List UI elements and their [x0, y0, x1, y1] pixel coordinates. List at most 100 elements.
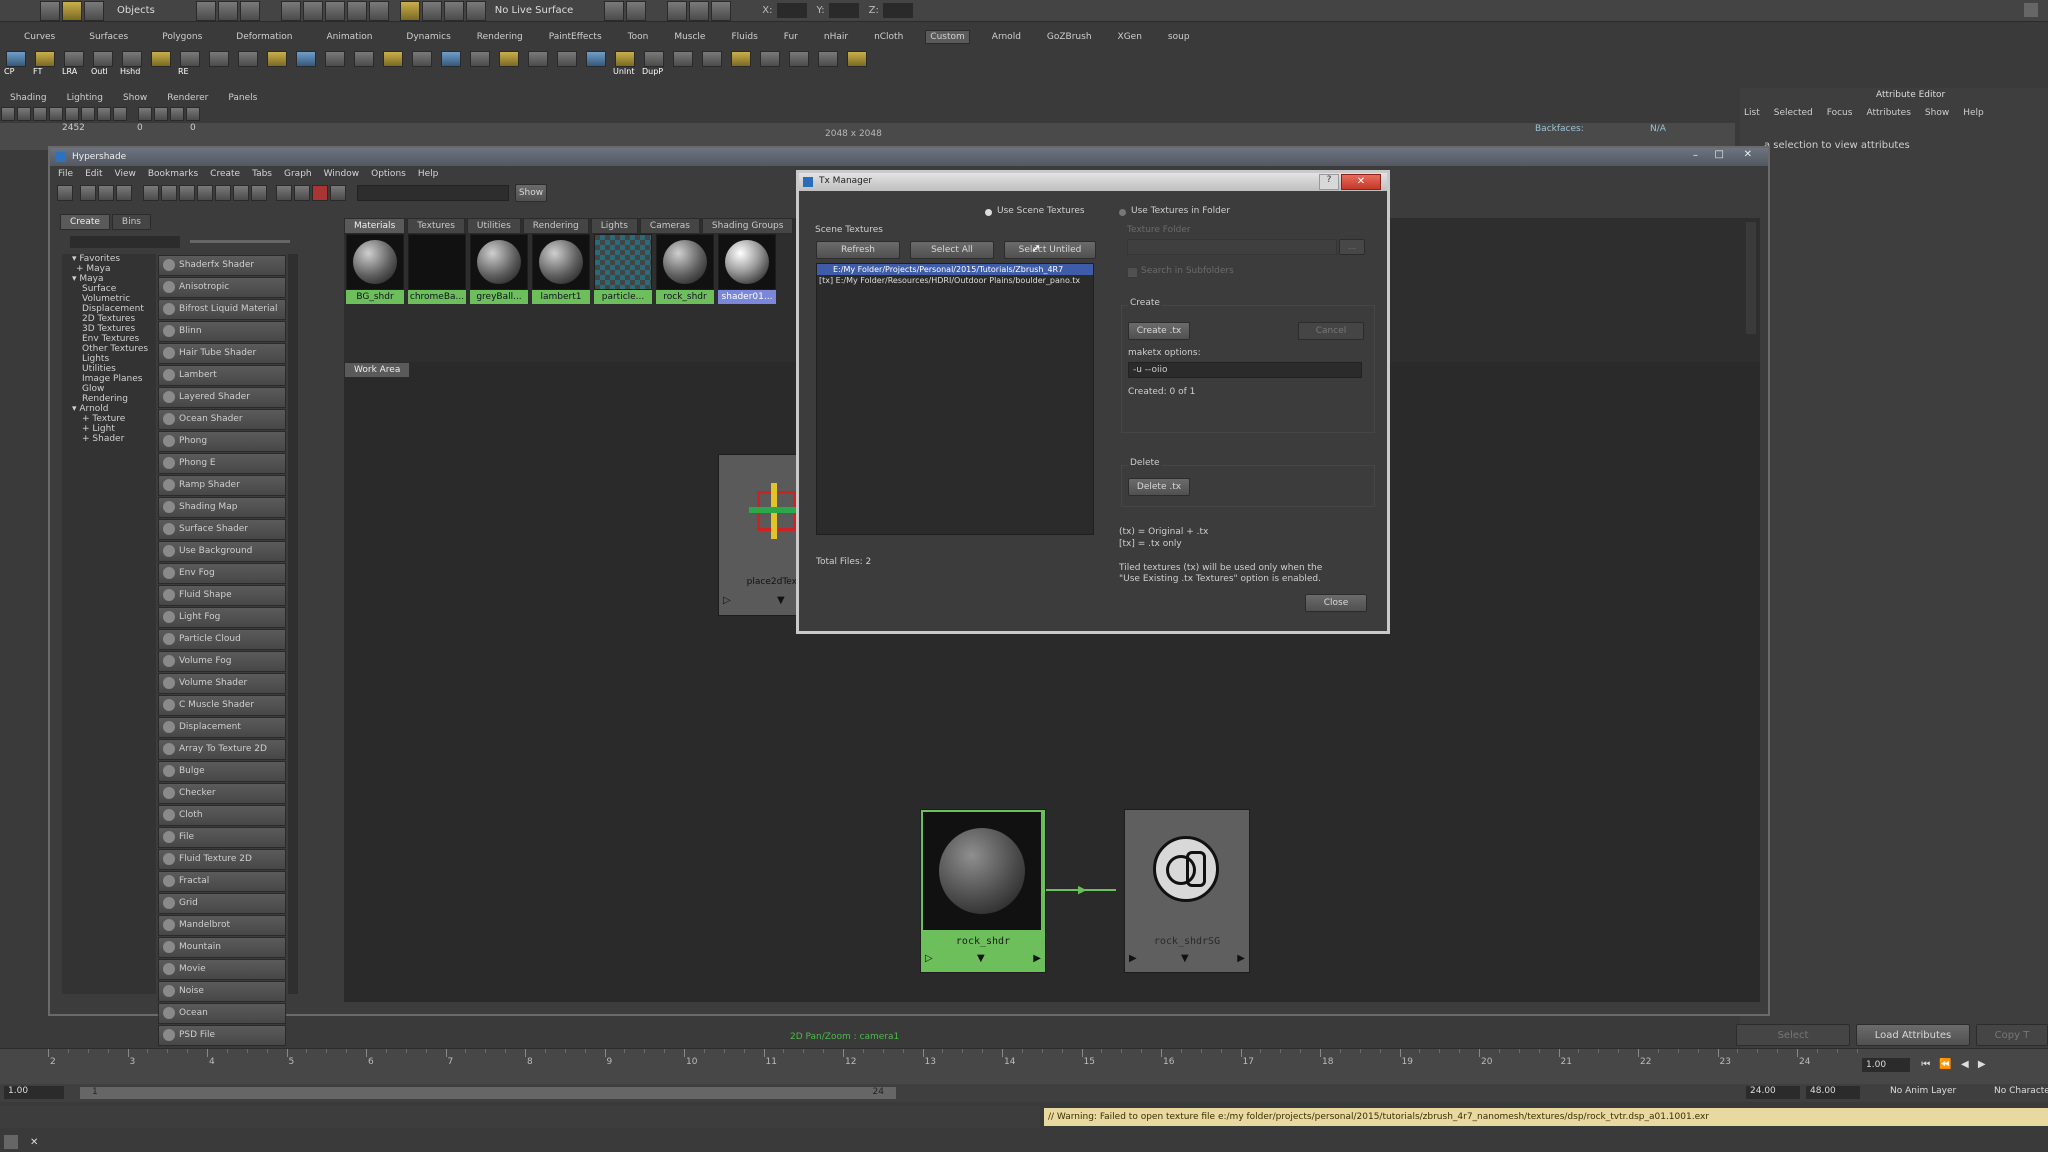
tree-item-12[interactable]: Image Planes [66, 374, 156, 384]
create-filter-input[interactable] [70, 236, 180, 248]
shader-item-file[interactable]: File [158, 827, 286, 848]
tree-item-16[interactable]: + Texture [66, 414, 156, 424]
snap-view-icon[interactable] [346, 0, 367, 21]
ipr-render-icon[interactable] [443, 0, 464, 21]
hypershade-menu-edit[interactable]: Edit [85, 169, 102, 179]
create-size-slider[interactable] [190, 240, 290, 243]
shelf-tab-toon[interactable]: Toon [624, 31, 653, 43]
shelf-button-11[interactable] [323, 51, 347, 77]
shader-item-volume-fog[interactable]: Volume Fog [158, 651, 286, 672]
shelf-button-9[interactable] [265, 51, 289, 77]
shader-item-fluid-shape[interactable]: Fluid Shape [158, 585, 286, 606]
tree-item-10[interactable]: Lights [66, 354, 156, 364]
render-frame-icon[interactable] [421, 0, 442, 21]
field-chart-icon[interactable] [186, 107, 200, 121]
material-swatch[interactable]: BG_shdr [346, 234, 404, 304]
shelf-button-13[interactable] [381, 51, 405, 77]
range-bar[interactable]: 1 24 [80, 1087, 896, 1099]
graph-output-icon[interactable] [179, 185, 195, 201]
step-back-icon[interactable]: ⏪ [1939, 1059, 1951, 1070]
shelf-button-20[interactable] [584, 51, 608, 77]
hypershade-menu-graph[interactable]: Graph [284, 169, 312, 179]
shelf-button-21[interactable]: UnInt [613, 51, 637, 77]
render-swatch-icon[interactable] [276, 185, 292, 201]
hypershade-menu-help[interactable]: Help [418, 169, 439, 179]
shelf-button-27[interactable] [787, 51, 811, 77]
live-surface-field[interactable]: No Live Surface [495, 5, 573, 16]
shelf-button-25[interactable] [729, 51, 753, 77]
toggle-create-bar-icon[interactable] [57, 185, 73, 201]
delete-tx-button[interactable]: Delete .tx [1128, 478, 1190, 496]
shader-item-movie[interactable]: Movie [158, 959, 286, 980]
open-scene-icon[interactable] [62, 0, 82, 21]
show-both-tabs-icon[interactable] [116, 185, 132, 201]
panel-menu-panels[interactable]: Panels [228, 93, 257, 103]
next-graph-icon[interactable] [251, 185, 267, 201]
select-by-hierarchy-icon[interactable] [195, 0, 216, 21]
material-swatch[interactable]: chromeBa... [408, 234, 466, 304]
smooth-shade-icon[interactable] [33, 107, 47, 121]
shelf-tab-arnold[interactable]: Arnold [988, 31, 1025, 43]
hypershade-icon[interactable] [711, 0, 732, 21]
ae-menu-list[interactable]: List [1744, 108, 1760, 118]
close-button[interactable]: Close [1305, 594, 1367, 612]
shader-item-anisotropic[interactable]: Anisotropic [158, 277, 286, 298]
tab-shading-groups[interactable]: Shading Groups [701, 217, 794, 234]
record-icon[interactable] [312, 185, 328, 201]
shader-item-cloth[interactable]: Cloth [158, 805, 286, 826]
shelf-button-3[interactable]: Outl [91, 51, 115, 77]
tab-bins[interactable]: Bins [111, 214, 151, 230]
range-end-field[interactable]: 24.00 [1746, 1086, 1800, 1099]
tree-item-15[interactable]: ▾ Arnold [66, 404, 156, 414]
play-back-icon[interactable]: ◀ [1961, 1059, 1969, 1070]
shelf-button-22[interactable]: DupP [642, 51, 666, 77]
rock-shdr-expand-icon[interactable]: ▼ [977, 953, 985, 964]
shelf-button-2[interactable]: LRA [62, 51, 86, 77]
sg-input-port-icon[interactable]: ▶ [1129, 953, 1137, 964]
cancel-button[interactable]: Cancel [1298, 322, 1364, 340]
xray-icon[interactable] [113, 107, 127, 121]
select-by-object-icon[interactable] [217, 0, 238, 21]
select-untiled-button[interactable]: Select Untiled [1004, 241, 1096, 259]
maketx-options-input[interactable]: -u --oiio [1128, 362, 1362, 378]
material-swatch[interactable]: particle... [594, 234, 652, 304]
use-textures-in-folder-radio[interactable] [1119, 209, 1126, 216]
character-dropdown[interactable]: No Character [1994, 1086, 2048, 1096]
refresh-button[interactable]: Refresh [816, 241, 900, 259]
snap-curve-icon[interactable] [302, 0, 323, 21]
resolution-gate-icon[interactable] [154, 107, 168, 121]
shelf-tab-deformation[interactable]: Deformation [232, 31, 296, 43]
graph-input-icon[interactable] [143, 185, 159, 201]
maximize-button[interactable]: □ [1715, 149, 1724, 160]
shader-item-env-fog[interactable]: Env Fog [158, 563, 286, 584]
tree-item-6[interactable]: 2D Textures [66, 314, 156, 324]
shelf-tab-painteffects[interactable]: PaintEffects [545, 31, 606, 43]
ae-menu-help[interactable]: Help [1963, 108, 1984, 118]
tab-utilities[interactable]: Utilities [466, 217, 521, 234]
search-in-subfolders-checkbox[interactable] [1127, 267, 1138, 278]
ae-copy-tab-button[interactable]: Copy T [1976, 1024, 2048, 1046]
graph-io-icon[interactable] [161, 185, 177, 201]
use-scene-textures-radio[interactable] [985, 209, 992, 216]
tx-help-button[interactable]: ? [1319, 174, 1339, 190]
shader-item-checker[interactable]: Checker [158, 783, 286, 804]
ae-menu-attributes[interactable]: Attributes [1866, 108, 1910, 118]
shelf-tab-rendering[interactable]: Rendering [473, 31, 527, 43]
shelf-tab-ncloth[interactable]: nCloth [870, 31, 907, 43]
lights-icon[interactable] [65, 107, 79, 121]
shader-item-bifrost-liquid-material[interactable]: Bifrost Liquid Material [158, 299, 286, 320]
film-gate-icon[interactable] [170, 107, 184, 121]
ae-load-attributes-button[interactable]: Load Attributes [1856, 1024, 1970, 1046]
browse-folder-button[interactable]: ... [1339, 239, 1365, 255]
shelf-button-8[interactable] [236, 51, 260, 77]
material-swatch[interactable]: rock_shdr [656, 234, 714, 304]
snap-point-icon[interactable] [324, 0, 345, 21]
light-link-icon[interactable] [330, 185, 346, 201]
shelf-button-6[interactable]: RE [178, 51, 202, 77]
current-frame-field[interactable]: 1.00 [1862, 1058, 1910, 1072]
help-line-icon[interactable] [4, 1135, 18, 1149]
tx-manager-titlebar[interactable]: Tx Manager ? ✕ [799, 173, 1387, 191]
texture-file-item[interactable]: E:/My Folder/Projects/Personal/2015/Tuto… [817, 264, 1093, 275]
tabs-scrollbar[interactable] [1746, 222, 1756, 334]
shelf-button-18[interactable] [526, 51, 550, 77]
